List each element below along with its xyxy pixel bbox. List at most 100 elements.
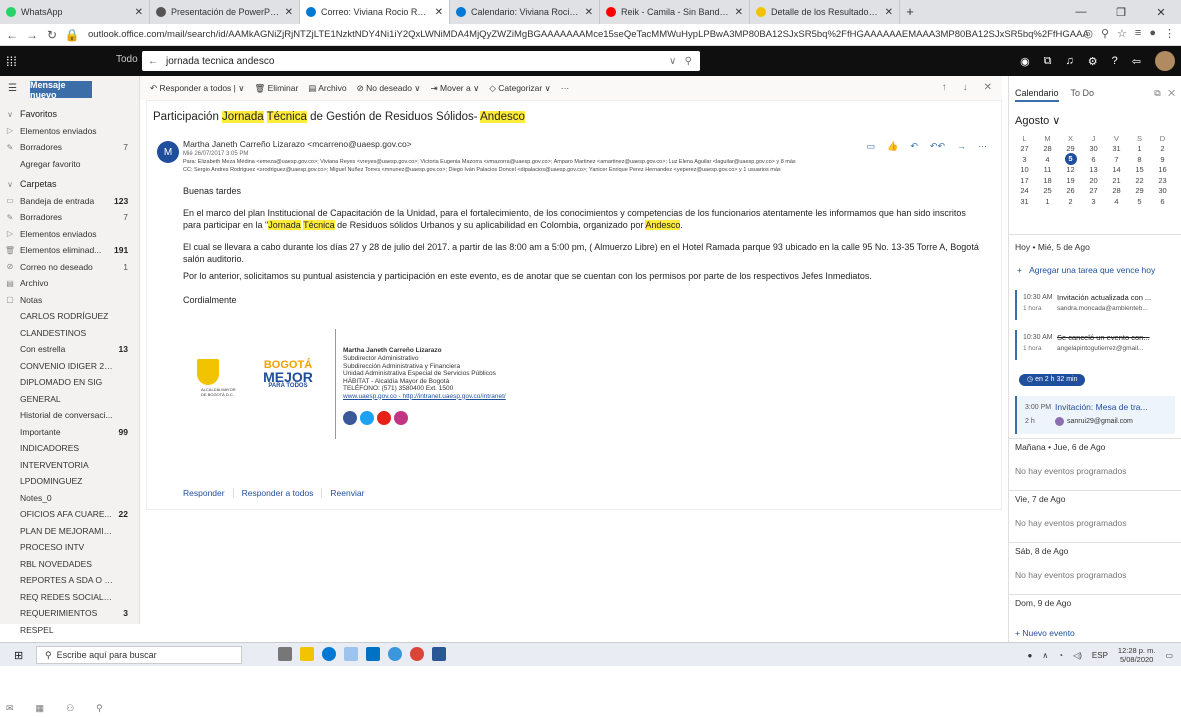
calendar-day[interactable]: 19 [1059,176,1082,185]
calendar-day[interactable]: 9 [1151,155,1174,164]
folder-item[interactable]: REQUERIMIENTOS 3 [0,605,140,621]
settings-gear-icon[interactable]: ⚙ [1088,55,1098,68]
calendar-day[interactable]: 6 [1082,155,1105,164]
calendar-day[interactable]: 31 [1013,197,1036,206]
folder-item[interactable]: ▤ Archivo [0,275,140,291]
junk-button[interactable]: ⊘ No deseado ∨ [357,83,421,94]
folder-item[interactable]: OFICIOS AFA CUARE... 22 [0,506,140,522]
calendar-icon[interactable]: ▦ [36,703,45,714]
help-icon[interactable]: ? [1112,55,1118,67]
network-icon[interactable]: ◔ [1058,651,1063,660]
feedback-icon[interactable]: ⇦ [1132,55,1141,68]
folder-item[interactable]: Con estrella 13 [0,341,140,357]
new-tab-button[interactable]: + [900,0,920,24]
calendar-day[interactable]: 13 [1082,165,1105,174]
close-icon[interactable]: ✕ [984,82,992,93]
calendar-day[interactable]: 28 [1105,186,1128,195]
browser-tab[interactable]: WhatsApp ✕ [0,0,150,24]
task-view-icon[interactable] [278,647,292,661]
folder-item[interactable]: LPDOMINGUEZ [0,473,140,489]
chrome-icon[interactable] [410,647,424,661]
sender[interactable]: Martha Janeth Carreño Lizarazo <mcarreno… [183,139,412,149]
event-item[interactable]: 3:00 PM Invitación: Mesa de tra... 2 h s… [1015,396,1175,434]
sender-avatar[interactable]: M [157,141,179,163]
calendar-day[interactable]: 7 [1105,155,1128,164]
search-icon[interactable]: ⚲ [685,56,692,67]
calendar-day[interactable]: 21 [1105,176,1128,185]
app-icon[interactable] [388,647,402,661]
folder-item[interactable]: ▭ Bandeja de entrada 123 [0,193,140,209]
url-field[interactable]: outlook.office.com/mail/search/id/AAMkAG… [88,29,1088,40]
cc-recipients[interactable]: CC: Sergio Andres Rodriguez <srodriguez@… [183,167,953,173]
calendar-day[interactable]: 2 [1059,197,1082,206]
calendar-day[interactable]: 5 [1064,153,1077,166]
zoom-icon[interactable]: ⚲ [1101,27,1109,40]
calendar-day[interactable]: 3 [1082,197,1105,206]
archive-button[interactable]: ▤ Archivo [308,83,346,94]
search-input[interactable]: jornada tecnica andesco [166,56,274,67]
calendar-day[interactable]: 18 [1036,176,1059,185]
reply-all-icon[interactable]: ↶↶ [930,141,945,152]
clock[interactable]: 12:28 p. m. 5/08/2020 [1118,646,1156,664]
folder-item[interactable]: REQ REDES SOCIALES [0,589,140,605]
calendar-day[interactable]: 3 [1013,155,1036,164]
folder-item[interactable]: RESPEL [0,622,140,638]
reply-icon[interactable]: ↶ [910,141,918,152]
event-item[interactable]: 10:30 AM Invitación actualizada con ... 1 … [1015,290,1175,320]
browser-tab[interactable]: Calendario: Viviana Rocio Reyes ✕ [450,0,600,24]
calendar-add-icon[interactable]: ▭ [867,141,876,152]
folder-item[interactable]: DIPLOMADO EN SIG [0,374,140,390]
my-day-icon[interactable]: ⧉ [1044,55,1052,68]
reply-all-button[interactable]: ↶ Responder a todos | ∨ [150,83,244,94]
folders-header[interactable]: ∨ Carpetas [0,176,140,192]
calendar-day[interactable]: 27 [1013,144,1036,153]
folder-item[interactable]: ✎ Borradores 7 [0,209,140,225]
more-actions-button[interactable]: ··· [561,83,570,93]
calendar-day[interactable]: 27 [1082,186,1105,195]
calendar-day[interactable]: 1 [1128,144,1151,153]
mail-app-icon[interactable] [366,647,380,661]
tab-close-icon[interactable]: ✕ [885,7,893,18]
forward-icon[interactable]: → [957,141,966,152]
calendar-day[interactable]: 31 [1105,144,1128,153]
favorites-header[interactable]: ∨ Favoritos [0,106,140,122]
tab-close-icon[interactable]: ✕ [285,7,293,18]
categorize-button[interactable]: ◇ Categorizar ∨ [489,83,550,94]
signature-links[interactable]: www.uaesp.gov.co - http://intranet.uaesp… [343,393,506,401]
calendar-day[interactable]: 6 [1151,197,1174,206]
delete-button[interactable]: 🗑 Eliminar [254,83,298,94]
calendar-day[interactable]: 23 [1151,176,1174,185]
instagram-icon[interactable] [394,411,408,425]
down-arrow-icon[interactable]: ↓ [963,82,968,93]
folder-item[interactable]: RBL NOVEDADES [0,556,140,572]
edge-icon[interactable] [322,647,336,661]
calendar-day[interactable]: 16 [1151,165,1174,174]
taskbar-search-box[interactable]: ⚲ Escribe aquí para buscar [36,646,242,664]
calendar-day[interactable]: 12 [1059,165,1082,174]
browser-tab[interactable]: Reik - Camila - Sin Bandera, ✕ [600,0,750,24]
calendar-day[interactable]: 25 [1036,186,1059,195]
profile-icon[interactable]: ● [1149,27,1156,40]
browser-tab[interactable]: Presentación de PowerPoint ✕ [150,0,300,24]
reading-list-icon[interactable]: ≡ [1135,27,1141,40]
app-launcher-icon[interactable]: ⁞⁞⁞ [6,54,26,69]
folder-item[interactable]: Importante 99 [0,424,140,440]
folder-item[interactable]: CLANDESTINOS [0,325,140,341]
folder-item[interactable]: ▢ Notas [0,292,140,308]
volume-icon[interactable]: ◁) [1073,651,1082,660]
forward-icon[interactable]: → [24,28,40,42]
search-options-icon[interactable]: ∨ [669,56,676,67]
location-icon[interactable]: ◎ [1083,27,1093,40]
to-recipients[interactable]: Para: Elizabeth Meza Médina <emeza@uaesp… [183,159,953,165]
file-explorer-icon[interactable] [300,647,314,661]
tab-close-icon[interactable]: ✕ [735,7,743,18]
calendar-day[interactable]: 29 [1128,186,1151,195]
add-task-button[interactable]: + Agregar una tarea que vence hoy [1017,265,1155,275]
search-back-icon[interactable]: ← [148,56,158,67]
people-icon[interactable]: ⚇ [66,703,74,714]
reload-icon[interactable]: ↻ [44,28,60,42]
browser-tab[interactable]: Correo: Viviana Rocio Reyes Duc ✕ [300,0,450,24]
calendar-day[interactable]: 17 [1013,176,1036,185]
folder-item[interactable]: INDICADORES [0,440,140,456]
calendar-day[interactable]: 2 [1151,144,1174,153]
